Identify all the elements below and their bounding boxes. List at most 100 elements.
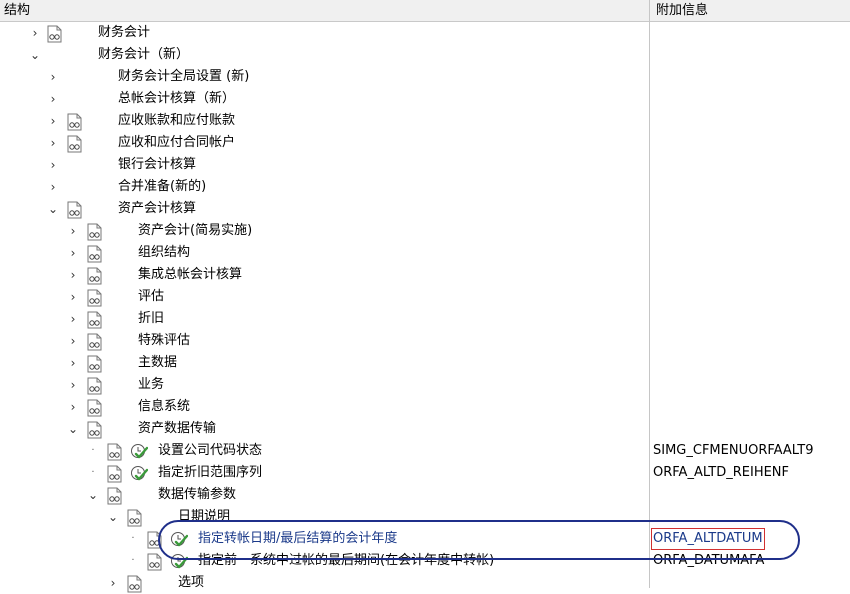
documentation-icon[interactable] bbox=[46, 25, 64, 43]
tree-row[interactable]: ⌄ 日期说明 bbox=[0, 506, 850, 528]
tree-row[interactable]: › 财务会计 bbox=[0, 22, 850, 44]
chevron-down-icon[interactable]: ⌄ bbox=[28, 47, 42, 63]
tree-row[interactable]: › 信息系统 bbox=[0, 396, 850, 418]
chevron-right-icon[interactable]: › bbox=[66, 223, 80, 239]
documentation-icon[interactable] bbox=[86, 311, 104, 329]
chevron-right-icon[interactable]: › bbox=[46, 157, 60, 173]
chevron-right-icon[interactable]: › bbox=[66, 311, 80, 327]
column-header-info[interactable]: 附加信息 bbox=[656, 2, 708, 20]
tree-row[interactable]: › 折旧 bbox=[0, 308, 850, 330]
documentation-icon[interactable] bbox=[126, 509, 144, 527]
chevron-right-icon[interactable]: › bbox=[66, 267, 80, 283]
chevron-right-icon[interactable]: › bbox=[46, 113, 60, 129]
tree-row-label: 指定转帐日期/最后结算的会计年度 bbox=[198, 531, 398, 546]
tree-row[interactable]: › 选项 bbox=[0, 572, 850, 594]
tree-row[interactable]: ⌄ 资产会计核算 bbox=[0, 198, 850, 220]
tree-row-label: 主数据 bbox=[138, 355, 178, 370]
documentation-icon[interactable] bbox=[106, 443, 124, 461]
chevron-right-icon[interactable]: › bbox=[46, 179, 60, 195]
chevron-down-icon[interactable]: ⌄ bbox=[46, 201, 60, 217]
tree-row-label: 组织结构 bbox=[138, 245, 191, 260]
tree-row-label: 评估 bbox=[138, 289, 165, 304]
tree-row[interactable]: · 指定前一系统中过帐的最后期间(在会计年度中转帐) ORFA_DATUMAFA bbox=[0, 550, 850, 572]
documentation-icon[interactable] bbox=[106, 465, 124, 483]
tree-row-label: 指定前一系统中过帐的最后期间(在会计年度中转帐) bbox=[198, 553, 495, 568]
tree-row[interactable]: › 总帐会计核算（新） bbox=[0, 88, 850, 110]
tree-row-label: 资产会计(简易实施) bbox=[138, 223, 253, 238]
chevron-down-icon[interactable]: ⌄ bbox=[86, 487, 100, 503]
execute-clock-check-icon[interactable] bbox=[170, 530, 188, 548]
documentation-icon[interactable] bbox=[66, 135, 84, 153]
chevron-right-icon[interactable]: › bbox=[66, 289, 80, 305]
chevron-right-icon[interactable]: › bbox=[28, 25, 42, 41]
documentation-icon[interactable] bbox=[146, 553, 164, 571]
tree-row[interactable]: › 银行会计核算 bbox=[0, 154, 850, 176]
documentation-icon[interactable] bbox=[66, 201, 84, 219]
tree-row[interactable]: › 应收和应付合同帐户 bbox=[0, 132, 850, 154]
tree-row-selected[interactable]: · 指定转帐日期/最后结算的会计年度 ORFA_ALTDATUM bbox=[0, 528, 850, 550]
documentation-icon[interactable] bbox=[146, 531, 164, 549]
leaf-bullet-icon: · bbox=[91, 467, 95, 478]
documentation-icon[interactable] bbox=[106, 487, 124, 505]
tree-row[interactable]: ⌄ 资产数据传输 bbox=[0, 418, 850, 440]
documentation-icon[interactable] bbox=[86, 223, 104, 241]
execute-clock-check-icon[interactable] bbox=[130, 464, 148, 482]
documentation-icon[interactable] bbox=[86, 333, 104, 351]
execute-clock-check-icon[interactable] bbox=[170, 552, 188, 570]
tree-row-label: 业务 bbox=[138, 377, 165, 392]
tree-row-label: 指定折旧范围序列 bbox=[158, 465, 263, 480]
chevron-right-icon[interactable]: › bbox=[106, 575, 120, 591]
chevron-right-icon[interactable]: › bbox=[66, 377, 80, 393]
tree-row[interactable]: ⌄ 数据传输参数 bbox=[0, 484, 850, 506]
documentation-icon[interactable] bbox=[66, 113, 84, 131]
tree-row[interactable]: › 主数据 bbox=[0, 352, 850, 374]
documentation-icon[interactable] bbox=[86, 421, 104, 439]
chevron-right-icon[interactable]: › bbox=[46, 135, 60, 151]
tree-row-label: 应收账款和应付账款 bbox=[118, 113, 236, 128]
documentation-icon[interactable] bbox=[126, 575, 144, 593]
documentation-icon[interactable] bbox=[86, 245, 104, 263]
tree-row[interactable]: › 评估 bbox=[0, 286, 850, 308]
tree-row-label: 资产会计核算 bbox=[118, 201, 197, 216]
chevron-right-icon[interactable]: › bbox=[66, 245, 80, 261]
tree-row-label: 总帐会计核算（新） bbox=[118, 91, 236, 106]
documentation-icon[interactable] bbox=[86, 377, 104, 395]
tree-row[interactable]: · 设置公司代码状态 SIMG_CFMENUORFAALT9 bbox=[0, 440, 850, 462]
documentation-icon[interactable] bbox=[86, 399, 104, 417]
documentation-icon[interactable] bbox=[86, 289, 104, 307]
tree-row[interactable]: › 合并准备(新的) bbox=[0, 176, 850, 198]
tree-row[interactable]: › 集成总帐会计核算 bbox=[0, 264, 850, 286]
tree-row-label: 财务会计（新） bbox=[98, 47, 190, 62]
tree-row-label: 折旧 bbox=[138, 311, 165, 326]
tree-row[interactable]: › 应收账款和应付账款 bbox=[0, 110, 850, 132]
documentation-icon[interactable] bbox=[86, 355, 104, 373]
tree-row-label: 设置公司代码状态 bbox=[158, 443, 263, 458]
chevron-right-icon[interactable]: › bbox=[66, 355, 80, 371]
tree-row-label: 应收和应付合同帐户 bbox=[118, 135, 236, 150]
chevron-down-icon[interactable]: ⌄ bbox=[66, 421, 80, 437]
chevron-right-icon[interactable]: › bbox=[66, 333, 80, 349]
leaf-bullet-icon: · bbox=[131, 555, 135, 566]
chevron-right-icon[interactable]: › bbox=[66, 399, 80, 415]
documentation-icon[interactable] bbox=[86, 267, 104, 285]
chevron-right-icon[interactable]: › bbox=[46, 91, 60, 107]
tree-row-label: 银行会计核算 bbox=[118, 157, 197, 172]
tree-row[interactable]: · 指定折旧范围序列 ORFA_ALTD_REIHENF bbox=[0, 462, 850, 484]
tree-row[interactable]: ⌄ 财务会计（新） bbox=[0, 44, 850, 66]
chevron-right-icon[interactable]: › bbox=[46, 69, 60, 85]
tree-row[interactable]: › 业务 bbox=[0, 374, 850, 396]
tree-row[interactable]: › 特殊评估 bbox=[0, 330, 850, 352]
tree-row-info: ORFA_ALTDATUM bbox=[651, 528, 765, 550]
column-header-structure[interactable]: 结构 bbox=[4, 2, 30, 20]
execute-clock-check-icon[interactable] bbox=[130, 442, 148, 460]
chevron-down-icon[interactable]: ⌄ bbox=[106, 509, 120, 525]
tree-row[interactable]: › 组织结构 bbox=[0, 242, 850, 264]
tree-row[interactable]: › 财务会计全局设置 (新) bbox=[0, 66, 850, 88]
tree-row-label: 特殊评估 bbox=[138, 333, 191, 348]
tree-row-label: 资产数据传输 bbox=[138, 421, 217, 436]
tree-row[interactable]: › 资产会计(简易实施) bbox=[0, 220, 850, 242]
tree-row-info: ORFA_DATUMAFA bbox=[653, 553, 765, 568]
tree-row-label: 集成总帐会计核算 bbox=[138, 267, 243, 282]
tree-row-label: 信息系统 bbox=[138, 399, 191, 414]
tree-row-label: 选项 bbox=[178, 575, 205, 590]
